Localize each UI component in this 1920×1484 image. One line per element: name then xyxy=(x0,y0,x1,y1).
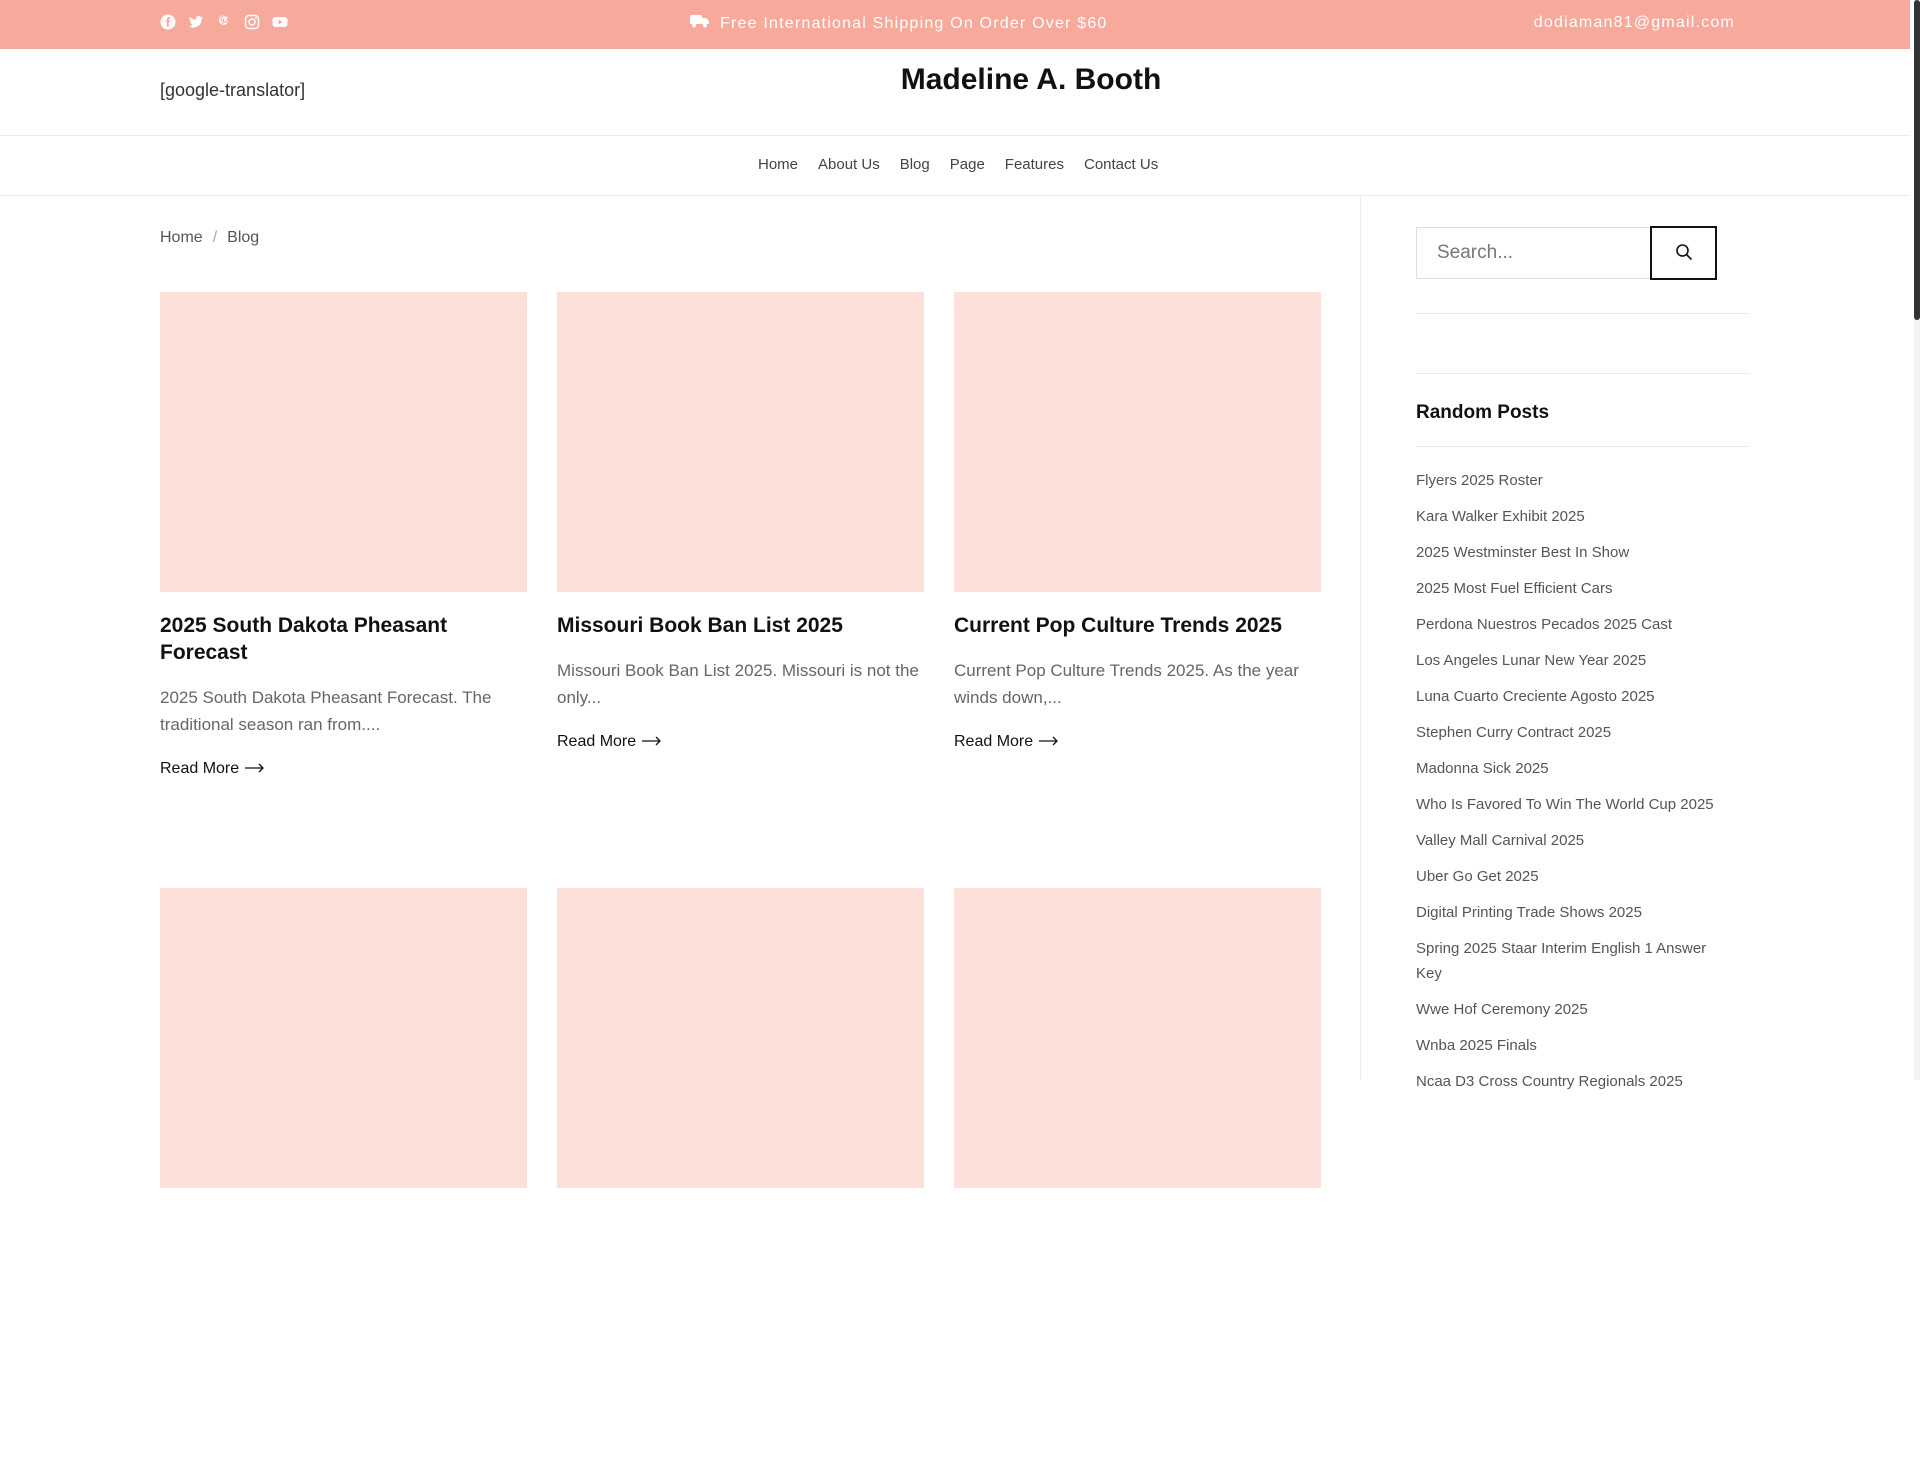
nav-item-contact-us[interactable]: Contact Us xyxy=(1084,156,1158,173)
list-item[interactable]: 2025 Most Fuel Efficient Cars xyxy=(1416,576,1736,601)
top-bar: Free International Shipping On Order Ove… xyxy=(0,0,1910,49)
divider xyxy=(1416,373,1750,374)
list-item[interactable]: Perdona Nuestros Pecados 2025 Cast xyxy=(1416,612,1736,637)
post-excerpt: Missouri Book Ban List 2025. Missouri is… xyxy=(557,661,919,707)
list-item[interactable]: Luna Cuarto Creciente Agosto 2025 xyxy=(1416,684,1736,709)
random-posts-list: Flyers 2025 Roster Kara Walker Exhibit 2… xyxy=(1416,468,1736,1105)
scrollbar-track[interactable] xyxy=(1914,0,1920,1080)
breadcrumb: Home / Blog xyxy=(160,229,259,247)
read-more-label: Read More xyxy=(557,733,637,750)
breadcrumb-current: Blog xyxy=(227,229,260,246)
post-title[interactable]: Current Pop Culture Trends 2025 xyxy=(954,612,1294,639)
post-thumbnail[interactable] xyxy=(954,888,1321,1188)
post-thumbnail[interactable] xyxy=(160,888,527,1188)
post-thumbnail[interactable] xyxy=(557,888,924,1188)
list-item[interactable]: Ncaa D3 Cross Country Regionals 2025 xyxy=(1416,1069,1736,1094)
list-item[interactable]: Digital Printing Trade Shows 2025 xyxy=(1416,900,1736,925)
post-thumbnail[interactable] xyxy=(557,292,924,592)
arrow-right-icon xyxy=(1039,733,1059,751)
social-links xyxy=(160,14,288,30)
sidebar-divider xyxy=(1360,196,1361,1080)
post-card xyxy=(557,888,924,1484)
nav-item-blog[interactable]: Blog xyxy=(900,156,930,173)
search-input[interactable] xyxy=(1416,227,1650,279)
list-item[interactable]: Stephen Curry Contract 2025 xyxy=(1416,720,1736,745)
list-item[interactable]: Valley Mall Carnival 2025 xyxy=(1416,828,1736,853)
list-item[interactable]: 2025 Westminster Best In Show xyxy=(1416,540,1736,565)
list-item[interactable]: Kara Walker Exhibit 2025 xyxy=(1416,504,1736,529)
arrow-right-icon xyxy=(245,760,265,778)
post-card: Missouri Book Ban List 2025 Missouri Boo… xyxy=(557,292,924,888)
contact-email[interactable]: dodiaman81@gmail.com xyxy=(1534,14,1735,32)
read-more-label: Read More xyxy=(160,760,240,777)
nav-item-features[interactable]: Features xyxy=(1005,156,1064,173)
random-posts-title: Random Posts xyxy=(1416,402,1550,423)
post-card xyxy=(954,888,1321,1484)
list-item[interactable]: Madonna Sick 2025 xyxy=(1416,756,1736,781)
read-more-link[interactable]: Read More xyxy=(954,733,1321,751)
truck-icon xyxy=(690,13,710,34)
posts-grid: 2025 South Dakota Pheasant Forecast 2025… xyxy=(160,292,1321,1484)
nav-item-about-us[interactable]: About Us xyxy=(818,156,880,173)
post-thumbnail[interactable] xyxy=(160,292,527,592)
divider xyxy=(1416,446,1750,447)
breadcrumb-separator: / xyxy=(212,229,218,246)
nav-item-page[interactable]: Page xyxy=(950,156,985,173)
post-card: Current Pop Culture Trends 2025 Current … xyxy=(954,292,1321,888)
post-excerpt: Current Pop Culture Trends 2025. As the … xyxy=(954,661,1299,707)
twitter-icon[interactable] xyxy=(188,14,204,30)
site-header: [google-translator] Madeline A. Booth xyxy=(0,49,1910,136)
divider xyxy=(1416,313,1750,314)
list-item[interactable]: Flyers 2025 Roster xyxy=(1416,468,1736,493)
search-icon xyxy=(1675,243,1693,264)
search-form xyxy=(1416,226,1717,280)
read-more-link[interactable]: Read More xyxy=(160,760,527,778)
site-title[interactable]: Madeline A. Booth xyxy=(0,63,1920,97)
list-item[interactable]: Who Is Favored To Win The World Cup 2025 xyxy=(1416,792,1736,817)
post-title[interactable]: Missouri Book Ban List 2025 xyxy=(557,612,897,639)
list-item[interactable]: Uber Go Get 2025 xyxy=(1416,864,1736,889)
main-navigation: Home About Us Blog Page Features Contact… xyxy=(0,136,1910,196)
read-more-link[interactable]: Read More xyxy=(557,733,924,751)
scrollbar-thumb[interactable] xyxy=(1914,0,1920,320)
post-excerpt: 2025 South Dakota Pheasant Forecast. The… xyxy=(160,688,492,734)
nav-item-home[interactable]: Home xyxy=(758,156,798,173)
list-item[interactable]: Los Angeles Lunar New Year 2025 xyxy=(1416,648,1736,673)
list-item[interactable]: Wwe Hof Ceremony 2025 xyxy=(1416,997,1736,1022)
post-title[interactable]: 2025 South Dakota Pheasant Forecast xyxy=(160,612,500,666)
instagram-icon[interactable] xyxy=(244,14,260,30)
post-card: 2025 South Dakota Pheasant Forecast 2025… xyxy=(160,292,527,888)
youtube-icon[interactable] xyxy=(272,14,288,30)
shipping-text: Free International Shipping On Order Ove… xyxy=(720,14,1108,32)
list-item[interactable]: Wnba 2025 Finals xyxy=(1416,1033,1736,1058)
arrow-right-icon xyxy=(642,733,662,751)
post-card xyxy=(160,888,527,1484)
list-item[interactable]: Spring 2025 Staar Interim English 1 Answ… xyxy=(1416,936,1736,986)
search-button[interactable] xyxy=(1650,226,1717,280)
breadcrumb-home[interactable]: Home xyxy=(160,229,203,247)
post-thumbnail[interactable] xyxy=(954,292,1321,592)
read-more-label: Read More xyxy=(954,733,1034,750)
shipping-notice: Free International Shipping On Order Ove… xyxy=(690,13,1108,34)
pinterest-icon[interactable] xyxy=(216,14,232,30)
facebook-icon[interactable] xyxy=(160,14,176,30)
